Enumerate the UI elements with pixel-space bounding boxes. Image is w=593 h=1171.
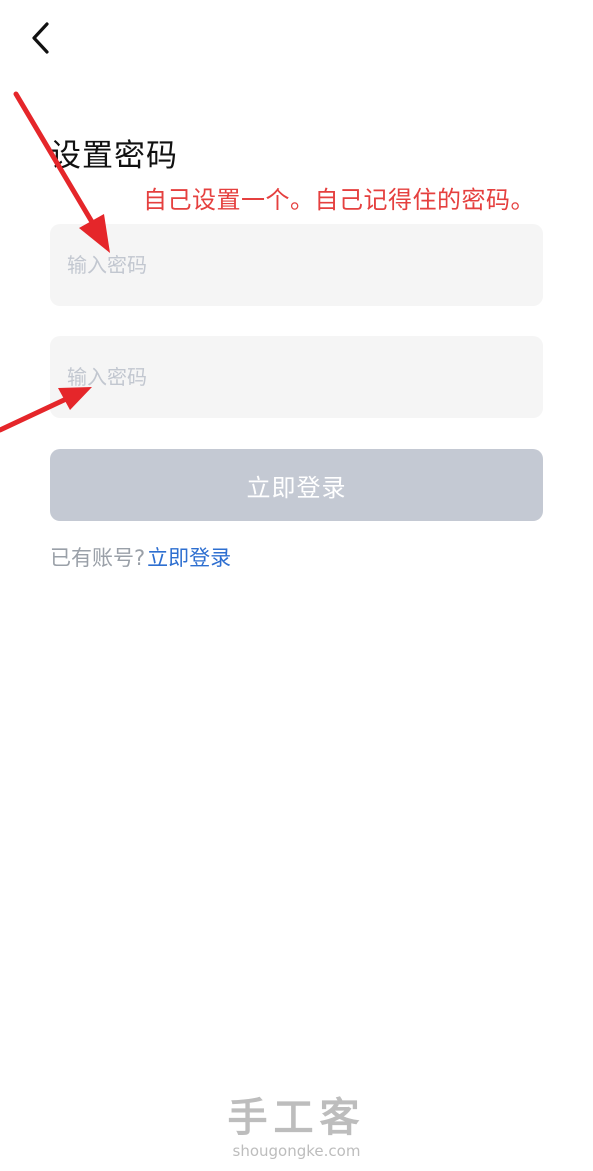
watermark-url: shougongke.com xyxy=(232,1142,361,1160)
password-input[interactable] xyxy=(50,224,543,306)
chevron-left-icon xyxy=(32,22,49,54)
watermark-logo: 手工客 xyxy=(227,1095,366,1141)
annotation-text: 自己设置一个。自己记得住的密码。 xyxy=(143,186,535,214)
account-prompt: 已有账号? xyxy=(50,546,146,570)
page-title: 设置密码 xyxy=(50,138,178,174)
confirm-password-input[interactable] xyxy=(50,336,543,418)
back-button[interactable] xyxy=(22,18,58,58)
login-button[interactable]: 立即登录 xyxy=(50,449,543,521)
confirm-password-field-container xyxy=(50,336,543,418)
login-link[interactable]: 立即登录 xyxy=(147,546,231,570)
account-row: 已有账号?立即登录 xyxy=(50,542,231,574)
password-field-container xyxy=(50,224,543,306)
